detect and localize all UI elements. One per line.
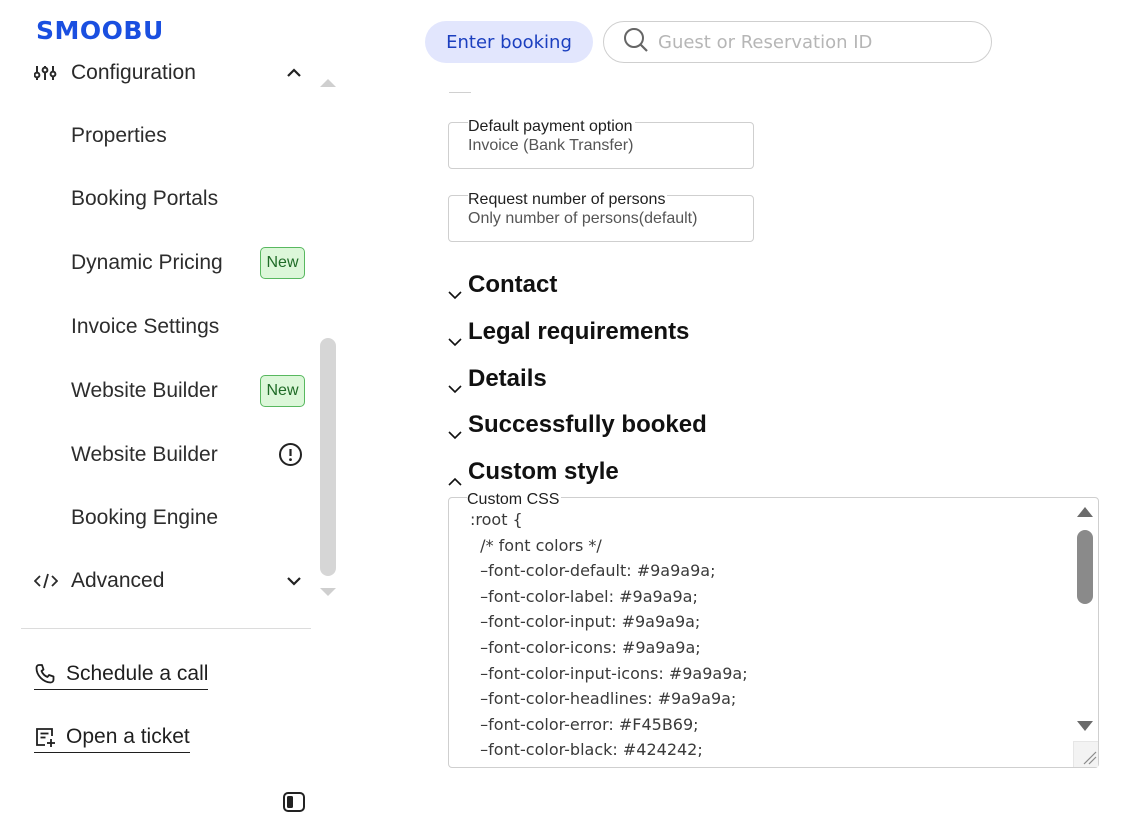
alert-circle-icon (278, 442, 303, 467)
sliders-icon (34, 63, 60, 83)
enter-booking-button[interactable]: Enter booking (425, 21, 593, 63)
search-input[interactable] (658, 31, 978, 53)
new-badge: New (260, 247, 305, 279)
sidebar-item-label: Booking Portals (71, 187, 219, 210)
code-line: –font-color-input-icons: #9a9a9a; (470, 663, 748, 683)
search-icon (622, 26, 650, 59)
sidebar-section-configuration[interactable]: Configuration (34, 58, 310, 88)
code-line: :root { (470, 510, 523, 529)
sidebar-item-label: Dynamic Pricing (71, 251, 223, 274)
sidebar-divider (21, 628, 311, 629)
new-badge: New (260, 375, 305, 407)
textarea-scroll-up-arrow[interactable] (1077, 507, 1093, 517)
field-value: Only number of persons(default) (468, 210, 698, 227)
section-successfully-booked[interactable]: Successfully booked (447, 411, 707, 440)
section-contact[interactable]: Contact (447, 271, 558, 300)
chevron-down-icon (447, 421, 463, 440)
chevron-down-icon (447, 281, 463, 300)
sidebar-section-label: Advanced (71, 569, 165, 592)
request-number-of-persons-select[interactable]: Request number of persons Only number of… (448, 190, 754, 242)
ticket-icon (34, 726, 60, 748)
schedule-call-link[interactable]: Schedule a call (34, 662, 209, 690)
sidebar-section-advanced[interactable]: Advanced (34, 566, 310, 596)
sidebar-item-label: Properties (71, 124, 167, 147)
sidebar-item-properties[interactable]: Properties (71, 119, 311, 153)
chevron-up-icon[interactable] (284, 63, 304, 83)
sidebar-item-booking-portals[interactable]: Booking Portals (71, 182, 311, 216)
section-title: Contact (468, 271, 558, 298)
section-legal-requirements[interactable]: Legal requirements (447, 318, 690, 347)
search-box[interactable] (603, 21, 992, 63)
sidebar-scrollbar-thumb[interactable] (320, 338, 336, 576)
chevron-down-icon[interactable] (284, 571, 304, 591)
chevron-down-icon (447, 328, 463, 347)
default-payment-option-select[interactable]: Default payment option Invoice (Bank Tra… (448, 117, 754, 169)
code-line: –font-color-icons: #9a9a9a; (470, 637, 701, 657)
phone-icon (34, 663, 60, 685)
section-title: Legal requirements (468, 318, 690, 345)
sidebar-item-booking-engine[interactable]: Booking Engine (71, 501, 311, 535)
code-line: –font-color-headlines: #9a9a9a; (470, 689, 737, 709)
field-value: Invoice (Bank Transfer) (468, 137, 634, 154)
section-custom-style[interactable]: Custom style (447, 458, 619, 486)
code-line: /* font colors */ (470, 535, 602, 555)
schedule-call-label: Schedule a call (66, 662, 209, 685)
sidebar-scroll-up-arrow[interactable] (320, 79, 336, 87)
chevron-up-icon (447, 468, 463, 486)
cut-off-field-edge (449, 92, 471, 93)
sidebar-item-label: Invoice Settings (71, 315, 220, 338)
section-details[interactable]: Details (447, 365, 547, 394)
section-title: Details (468, 365, 547, 392)
code-line: –font-color-input: #9a9a9a; (470, 612, 701, 632)
section-title: Successfully booked (468, 411, 707, 438)
custom-css-code[interactable]: :root { /* font colors */ –font-color-de… (470, 507, 1070, 763)
sidebar-collapse-icon[interactable] (282, 791, 306, 813)
textarea-scroll-down-arrow[interactable] (1077, 721, 1093, 731)
sidebar-item-label: Website Builder (71, 443, 218, 466)
open-ticket-label: Open a ticket (66, 725, 190, 748)
textarea-resize-handle[interactable] (1073, 741, 1098, 767)
sidebar-item-label: Website Builder (71, 379, 218, 402)
sidebar-section-label: Configuration (71, 61, 196, 84)
code-line: –font-color-default: #9a9a9a; (470, 561, 716, 581)
smoobu-logo[interactable]: SMOOBU (36, 16, 164, 45)
code-line: –font-color-black: #424242; (470, 740, 703, 760)
field-label: Default payment option (468, 117, 635, 137)
sidebar-item-invoice-settings[interactable]: Invoice Settings (71, 310, 311, 344)
field-label: Request number of persons (468, 190, 668, 210)
code-line: –font-color-error: #F45B69; (470, 714, 699, 734)
sidebar-item-website-builder[interactable]: Website Builder (71, 438, 311, 472)
open-ticket-link[interactable]: Open a ticket (34, 725, 190, 753)
code-line: –font-color-label: #9a9a9a; (470, 586, 698, 606)
section-title: Custom style (468, 458, 619, 485)
textarea-scrollbar-thumb[interactable] (1077, 530, 1093, 604)
sidebar-item-label: Booking Engine (71, 506, 219, 529)
chevron-down-icon (447, 375, 463, 394)
code-icon (34, 571, 60, 591)
sidebar-scroll-down-arrow[interactable] (320, 588, 336, 596)
